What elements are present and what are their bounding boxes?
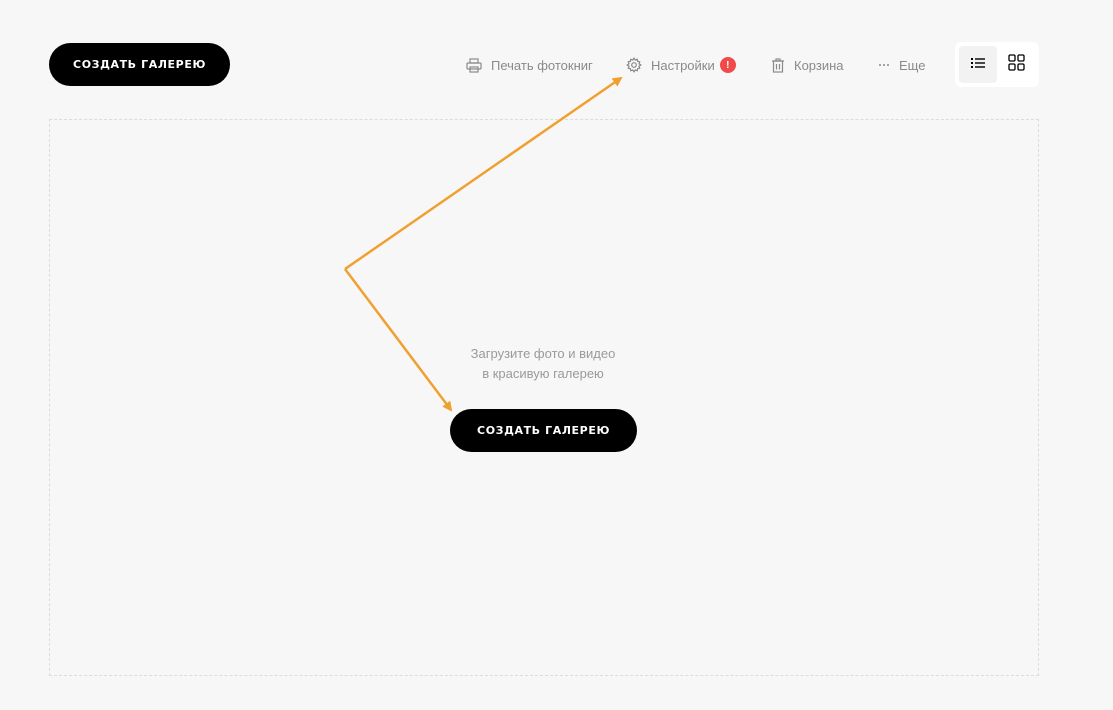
view-toggle — [955, 42, 1039, 87]
empty-state-message: Загрузите фото и видео в красивую галере… — [393, 344, 693, 384]
more-menu[interactable]: Еще — [878, 53, 925, 77]
gear-icon — [626, 57, 642, 73]
print-photobooks-link[interactable]: Печать фотокниг — [466, 53, 593, 77]
printer-icon — [466, 57, 482, 73]
grid-icon — [1007, 53, 1025, 76]
empty-state-create-gallery-button[interactable]: СОЗДАТЬ ГАЛЕРЕЮ — [450, 409, 637, 452]
trash-label: Корзина — [794, 57, 844, 73]
more-label: Еще — [899, 57, 926, 73]
settings-label: Настройки — [651, 57, 715, 73]
warning-badge: ! — [719, 57, 736, 73]
ellipsis-icon — [878, 63, 890, 67]
gallery-dropzone[interactable] — [49, 119, 1039, 676]
print-photobooks-label: Печать фотокниг — [491, 57, 593, 73]
settings-link[interactable]: Настройки ! — [626, 53, 736, 77]
create-gallery-button[interactable]: СОЗДАТЬ ГАЛЕРЕЮ — [49, 43, 230, 86]
trash-icon — [771, 57, 785, 73]
trash-link[interactable]: Корзина — [771, 53, 844, 77]
grid-view-button[interactable] — [997, 46, 1035, 83]
empty-state-line-2: в красивую галерею — [482, 366, 604, 381]
empty-state-line-1: Загрузите фото и видео — [470, 346, 616, 361]
list-view-button[interactable] — [959, 46, 997, 83]
list-icon — [971, 56, 985, 74]
